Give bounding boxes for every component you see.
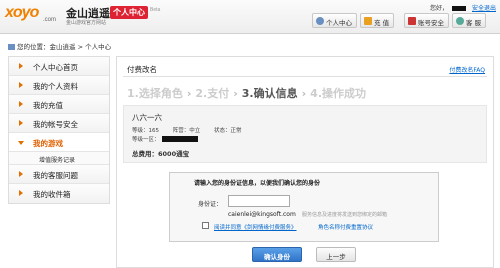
arrow-right-icon bbox=[19, 190, 23, 196]
logo-text: xoyo bbox=[5, 4, 39, 21]
role-info-box: 八六一六 等级：165 阵营：中立 状态：正常 等级一区： 总费用：6000通宝 bbox=[123, 105, 487, 163]
faq-link[interactable]: 付费改名FAQ bbox=[449, 65, 485, 74]
person-icon bbox=[316, 17, 324, 25]
page-title: 付费改名 bbox=[127, 65, 157, 74]
sidebar-subitem-value-added-records[interactable]: 增值服务记录 bbox=[9, 152, 109, 165]
sidebar-item-label: 我的收件箱 bbox=[33, 190, 71, 199]
sidebar-item-inbox[interactable]: 我的收件箱 bbox=[9, 184, 109, 203]
personal-center-tag: 个人中心 bbox=[110, 6, 148, 19]
account-security-button[interactable]: 账号安全 bbox=[404, 13, 449, 28]
sidebar-item-label: 我的个人资料 bbox=[33, 82, 78, 91]
total-fee: 总费用：6000通宝 bbox=[132, 150, 190, 158]
agree-checkbox[interactable] bbox=[202, 222, 209, 229]
arrow-right-icon bbox=[19, 82, 23, 88]
step-arrow-icon: › bbox=[301, 87, 307, 100]
email-address: caienlei@kingsoft.com bbox=[228, 211, 296, 218]
arrow-down-icon bbox=[18, 141, 24, 145]
sidebar-item-profile[interactable]: 我的个人资料 bbox=[9, 76, 109, 95]
arrow-right-icon bbox=[19, 171, 23, 177]
breadcrumb: 您的位置：金山逍遥 > 个人中心 bbox=[8, 41, 111, 51]
sidebar-item-security[interactable]: 我的帐号安全 bbox=[9, 114, 109, 133]
role-camp: 阵营：中立 bbox=[172, 128, 201, 134]
sidebar-item-service-questions[interactable]: 我的客服问题 bbox=[9, 165, 109, 184]
role-level: 等级：165 bbox=[132, 128, 159, 134]
customer-service-button[interactable]: 客 服 bbox=[452, 13, 487, 28]
step-indicator: 1.选择角色 › 2.支付 › 3.确认信息 › 4.操作成功 bbox=[127, 85, 366, 101]
xoyo-logo[interactable]: xoyo .com bbox=[5, 4, 63, 28]
sidebar-item-recharge[interactable]: 我的充值 bbox=[9, 95, 109, 114]
button-label: 个人中心 bbox=[326, 19, 352, 27]
button-label: 客 服 bbox=[466, 19, 482, 27]
arrow-right-icon bbox=[19, 63, 23, 69]
recharge-button[interactable]: 充 值 bbox=[360, 13, 395, 28]
sidebar-item-label: 我的充值 bbox=[33, 101, 63, 110]
role-server-label: 等级一区： bbox=[132, 137, 160, 143]
masked-username bbox=[452, 6, 467, 11]
role-status: 状态：正常 bbox=[214, 128, 242, 134]
email-note: 服务信息及进度将发送到您绑定的邮箱 bbox=[302, 212, 388, 218]
main-panel: 付费改名 付费改名FAQ 1.选择角色 › 2.支付 › 3.确认信息 › 4.操作成功 八… bbox=[116, 56, 494, 268]
beta-label: Beta bbox=[150, 7, 161, 13]
sidebar-subitem-label: 增值服务记录 bbox=[39, 157, 76, 164]
role-stats: 等级：165 阵营：中立 状态：正常 bbox=[132, 126, 254, 134]
home-icon bbox=[8, 44, 15, 50]
sidebar-item-label: 个人中心首页 bbox=[33, 63, 78, 72]
arrow-right-icon bbox=[19, 120, 23, 126]
title-divider bbox=[123, 76, 487, 77]
id-label: 身份证： bbox=[198, 201, 223, 208]
sidebar: 个人中心首页 我的个人资料 我的充值 我的帐号安全 我的游戏 增值服务记录 我的… bbox=[8, 56, 110, 204]
previous-step-button[interactable]: 上一步 bbox=[316, 247, 356, 262]
logout-link[interactable]: 安全退出 bbox=[472, 5, 496, 12]
recharge-icon bbox=[364, 17, 372, 25]
step-1: 1.选择角色 bbox=[127, 87, 183, 100]
lock-icon bbox=[408, 17, 416, 25]
service-icon bbox=[456, 17, 464, 25]
verify-title: 请输入您的身份证信息，以便我们确认您的身份 bbox=[194, 180, 321, 187]
role-server: 等级一区： bbox=[132, 135, 198, 143]
masked-server bbox=[161, 136, 198, 142]
button-label: 充 值 bbox=[374, 19, 390, 27]
sidebar-item-games[interactable]: 我的游戏 bbox=[9, 133, 109, 152]
id-card-input[interactable] bbox=[228, 195, 290, 207]
greeting-text: 您好， bbox=[430, 5, 449, 12]
breadcrumb-text[interactable]: 您的位置：金山逍遥 > 个人中心 bbox=[17, 43, 111, 51]
brand-subtitle: 金山游戏官方网站 bbox=[66, 20, 107, 26]
step-4: 4.操作成功 bbox=[310, 87, 367, 100]
step-arrow-icon: › bbox=[186, 87, 192, 100]
top-links: 您好， 安全退出 bbox=[426, 3, 496, 12]
agreement-note-link[interactable]: 角色名称付费重置协议 bbox=[318, 223, 373, 231]
step-2: 2.支付 bbox=[195, 87, 230, 100]
role-name: 八六一六 bbox=[132, 113, 162, 122]
sidebar-item-label: 我的游戏 bbox=[33, 139, 63, 148]
sidebar-item-label: 我的帐号安全 bbox=[33, 120, 78, 129]
arrow-right-icon bbox=[19, 101, 23, 107]
sidebar-item-label: 我的客服问题 bbox=[33, 171, 78, 180]
confirm-identity-button[interactable]: 确认身份 bbox=[252, 247, 302, 262]
button-label: 账号安全 bbox=[418, 19, 444, 27]
personal-center-button[interactable]: 个人中心 bbox=[312, 13, 357, 28]
sidebar-item-home[interactable]: 个人中心首页 bbox=[9, 57, 109, 76]
top-header: xoyo .com 金山逍遥 金山游戏官方网站 个人中心 Beta 您好， 安全… bbox=[0, 0, 500, 34]
step-arrow-icon: › bbox=[233, 87, 238, 100]
logo-domain: .com bbox=[43, 17, 57, 23]
identity-verify-box: 请输入您的身份证信息，以便我们确认您的身份 身份证： caienlei@king… bbox=[169, 172, 439, 242]
step-3-current: 3.确认信息 bbox=[241, 87, 298, 100]
agreement-link[interactable]: 阅读并同意《剑网情缘付费服务》 bbox=[214, 223, 297, 231]
